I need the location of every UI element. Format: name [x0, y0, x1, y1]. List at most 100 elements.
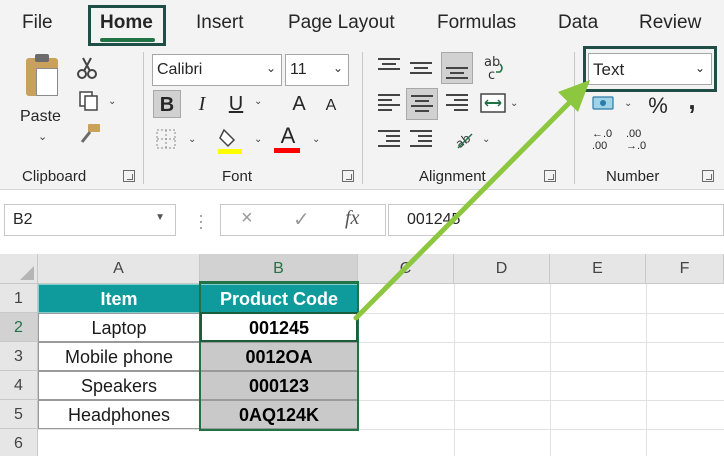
group-divider — [143, 52, 144, 184]
accounting-format-icon[interactable] — [592, 94, 616, 114]
increase-decimal-button[interactable]: ←.0 .00 — [592, 128, 620, 154]
group-divider — [362, 52, 363, 184]
group-divider — [574, 52, 575, 184]
chevron-down-icon: ⌄ — [265, 61, 276, 75]
cell-a3[interactable]: Mobile phone — [38, 342, 200, 371]
row-header-2[interactable]: 2 — [0, 313, 38, 342]
number-format-highlight-box: Text ⌄ — [583, 46, 717, 92]
percent-style-button[interactable]: % — [644, 92, 672, 120]
gridline — [550, 284, 551, 456]
font-color-button[interactable]: A — [274, 122, 302, 150]
fill-color-dropdown-icon[interactable]: ⌄ — [254, 134, 262, 145]
tab-data[interactable]: Data — [558, 12, 598, 34]
font-launcher-icon[interactable] — [342, 170, 354, 182]
font-group-label: Font — [222, 168, 253, 185]
align-center-button[interactable] — [406, 88, 438, 120]
tab-formulas[interactable]: Formulas — [437, 12, 516, 34]
font-color-dropdown-icon[interactable]: ⌄ — [312, 134, 320, 145]
chevron-down-icon: ⌄ — [694, 61, 705, 75]
fill-color-bucket-icon[interactable] — [218, 126, 244, 154]
row-header-4[interactable]: 4 — [0, 371, 38, 400]
row-header-1[interactable]: 1 — [0, 284, 38, 313]
tab-page-layout[interactable]: Page Layout — [288, 12, 395, 34]
orientation-icon[interactable]: ab — [452, 126, 476, 150]
borders-icon[interactable] — [155, 128, 177, 150]
alignment-launcher-icon[interactable] — [544, 170, 556, 182]
row-header-3[interactable]: 3 — [0, 342, 38, 371]
font-name-dropdown[interactable]: Calibri ⌄ — [152, 54, 282, 86]
active-cell-border — [200, 312, 358, 342]
bottom-align-button[interactable] — [441, 52, 473, 84]
number-group-label: Number — [606, 168, 660, 185]
decrease-decimal-button[interactable]: .00 →.0 — [626, 128, 654, 154]
decrease-font-size-button[interactable]: A — [317, 92, 345, 120]
increase-decimal-bottom: .00 — [592, 140, 608, 152]
name-box[interactable]: B2 ▼ — [4, 204, 176, 236]
tab-review[interactable]: Review — [639, 12, 701, 34]
increase-indent-icon[interactable] — [410, 130, 432, 150]
format-painter-icon[interactable] — [78, 122, 102, 146]
confirm-entry-icon[interactable]: ✓ — [293, 207, 310, 232]
middle-align-icon[interactable] — [410, 60, 432, 80]
underline-button[interactable]: U — [222, 90, 250, 118]
alignment-group-label: Alignment — [419, 168, 486, 185]
wrap-text-icon[interactable]: ab c — [482, 54, 506, 80]
column-header-a[interactable]: A — [38, 254, 200, 284]
select-all-corner[interactable] — [0, 254, 38, 284]
decrease-decimal-top: .00 — [626, 128, 642, 140]
row-header-6[interactable]: 6 — [0, 429, 38, 456]
cut-scissors-icon[interactable] — [76, 56, 98, 80]
cell-a2[interactable]: Laptop — [38, 313, 200, 342]
italic-button[interactable]: I — [188, 90, 216, 118]
paste-button[interactable]: Paste — [20, 108, 61, 126]
cell-a5[interactable]: Headphones — [38, 400, 200, 429]
formula-bar-resize-handle[interactable]: · · · — [198, 206, 204, 236]
insert-function-icon[interactable]: fx — [345, 207, 359, 230]
cell-a1-header[interactable]: Item — [38, 284, 200, 313]
borders-dropdown-icon[interactable]: ⌄ — [188, 134, 196, 145]
selection-range-border — [199, 281, 359, 431]
align-center-icon — [411, 95, 433, 115]
worksheet-grid: A B C D E F 1 2 3 4 5 6 Item Product Cod… — [0, 254, 724, 456]
row-header-5[interactable]: 5 — [0, 400, 38, 429]
formula-input[interactable]: 001245 — [388, 204, 724, 236]
cell-a4[interactable]: Speakers — [38, 371, 200, 400]
increase-font-size-button[interactable]: A — [285, 90, 313, 118]
cancel-entry-icon[interactable]: × — [241, 207, 253, 230]
orientation-dropdown-icon[interactable]: ⌄ — [482, 134, 490, 145]
formula-buttons: × ✓ fx — [220, 204, 386, 236]
column-header-e[interactable]: E — [550, 254, 646, 284]
decrease-indent-icon[interactable] — [378, 130, 400, 150]
bold-button[interactable]: B — [153, 90, 181, 118]
column-header-f[interactable]: F — [646, 254, 724, 284]
paste-dropdown-icon[interactable]: ⌄ — [38, 130, 47, 143]
column-header-c[interactable]: C — [358, 254, 454, 284]
merge-dropdown-icon[interactable]: ⌄ — [510, 98, 518, 109]
clipboard-group-label: Clipboard — [22, 168, 87, 185]
formula-bar: B2 ▼ · · · × ✓ fx 001245 — [0, 190, 724, 254]
formula-input-value: 001245 — [407, 211, 461, 228]
column-header-b[interactable]: B — [200, 254, 358, 284]
font-size-dropdown[interactable]: 11 ⌄ — [285, 54, 349, 86]
underline-dropdown-icon[interactable]: ⌄ — [254, 96, 262, 107]
chevron-down-icon: ▼ — [155, 212, 165, 223]
number-format-dropdown[interactable]: Text ⌄ — [588, 53, 712, 85]
font-color-swatch — [274, 148, 300, 153]
clipboard-launcher-icon[interactable] — [123, 170, 135, 182]
align-left-icon[interactable] — [378, 94, 400, 114]
gridline — [454, 284, 455, 456]
copy-icon[interactable] — [78, 90, 100, 112]
copy-dropdown-icon[interactable]: ⌄ — [108, 96, 116, 107]
tab-file[interactable]: File — [22, 12, 53, 34]
column-header-d[interactable]: D — [454, 254, 550, 284]
ribbon: Paste ⌄ ⌄ Clipboard Calibri ⌄ 11 ⌄ B I U… — [0, 46, 724, 190]
fill-color-swatch — [218, 149, 242, 154]
svg-text:c: c — [488, 68, 495, 80]
top-align-icon[interactable] — [378, 58, 400, 78]
align-right-icon[interactable] — [446, 94, 468, 114]
number-launcher-icon[interactable] — [702, 170, 714, 182]
tab-insert[interactable]: Insert — [196, 12, 244, 34]
accounting-dropdown-icon[interactable]: ⌄ — [624, 98, 632, 109]
merge-center-icon[interactable] — [480, 92, 506, 114]
svg-text:ab: ab — [453, 131, 473, 150]
